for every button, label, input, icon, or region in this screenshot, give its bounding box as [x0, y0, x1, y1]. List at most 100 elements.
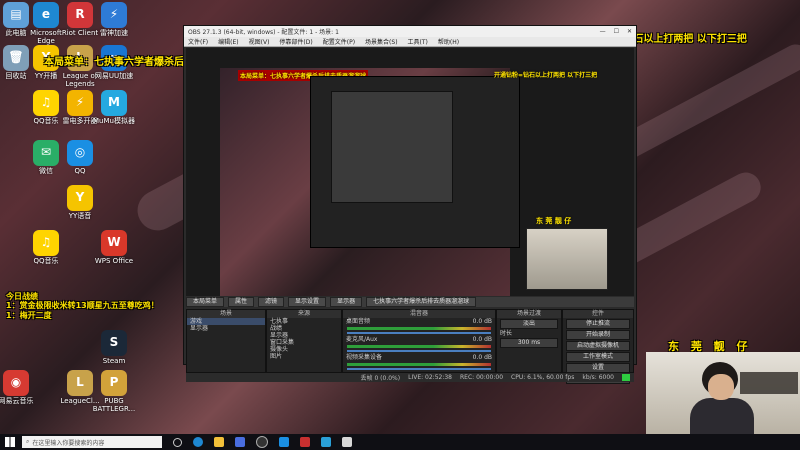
scene-item[interactable]: 显示器 — [187, 325, 265, 332]
store-taskbar-icon[interactable] — [235, 437, 245, 447]
desktop-icon[interactable]: ♫ QQ音乐 — [18, 230, 74, 266]
app-icon: W — [101, 230, 127, 256]
control-button[interactable]: 设置 — [566, 363, 630, 373]
volume-slider[interactable] — [347, 332, 491, 334]
transition-type-select[interactable]: 淡出 — [500, 319, 558, 329]
menu-item[interactable]: 场景集合(S) — [365, 37, 398, 46]
source-item[interactable]: 战绩 — [267, 325, 341, 332]
dock-tab[interactable]: 七执事六学者爆杀后排去质器溜溜球 — [366, 297, 477, 307]
close-icon[interactable]: ✕ — [627, 28, 632, 35]
source-item[interactable]: 七执事 — [267, 318, 341, 325]
scenes-dock[interactable]: 场景 游戏 显示器 — [186, 309, 266, 373]
source-item[interactable]: 摄像头 — [267, 346, 341, 353]
dock-tab[interactable]: 属性 — [228, 297, 255, 307]
source-item[interactable]: 图片 — [267, 353, 341, 360]
volume-slider[interactable] — [347, 368, 491, 370]
menu-item[interactable]: 配置文件(P) — [323, 37, 355, 46]
app-icon: P — [101, 370, 127, 396]
dock-tab[interactable]: 本局菜单 — [186, 297, 225, 307]
mixer-channel[interactable]: 麦克风/Aux 0.0 dB — [343, 336, 495, 343]
desktop-icon[interactable]: Y YY语音 — [52, 185, 108, 221]
menu-item[interactable]: 视图(V) — [249, 37, 270, 46]
app-icon: ♫ — [33, 230, 59, 256]
control-button[interactable]: 开始录制 — [566, 330, 630, 340]
menu-item[interactable]: 编辑(E) — [218, 37, 238, 46]
transition-dock[interactable]: 场景过渡 淡出 时长 300 ms — [496, 309, 562, 373]
obs-preview[interactable]: 本局菜单：七执事六学者爆杀后排去质器溜溜球 开通钻粉=钻石以上打两把 以下打三把… — [186, 48, 634, 296]
explorer-taskbar-icon[interactable] — [214, 437, 224, 447]
preview-obs-capture — [310, 76, 520, 248]
control-button[interactable]: 停止推流 — [566, 319, 630, 329]
taskbar-search[interactable]: ⌕ 在这里输入你要搜索的内容 — [22, 436, 162, 448]
webcam-background — [740, 372, 798, 394]
dock-tab[interactable]: 滤镜 — [258, 297, 285, 307]
obs-window[interactable]: OBS 27.1.3 (64-bit, windows) - 配置文件: 1 -… — [183, 25, 637, 384]
mixer-channel-name: 视频采集设备 — [346, 354, 383, 361]
menu-item[interactable]: 帮助(H) — [438, 37, 459, 46]
desktop-icon[interactable]: ◎ QQ — [52, 140, 108, 176]
menu-item[interactable]: 工具(T) — [408, 37, 428, 46]
controls-header: 控件 — [563, 310, 633, 318]
menu-item[interactable]: 停靠部件(D) — [279, 37, 312, 46]
desktop-icon[interactable]: ◉ 网易云音乐 — [0, 370, 44, 406]
mixer-channel-name: 麦克风/Aux — [346, 336, 378, 343]
start-icon[interactable] — [5, 437, 15, 447]
desktop-icon[interactable]: W WPS Office — [86, 230, 142, 266]
app-icon: ◎ — [67, 140, 93, 166]
qq-taskbar-icon[interactable] — [279, 437, 289, 447]
app3-taskbar-icon[interactable] — [342, 437, 352, 447]
obs-title-bar[interactable]: OBS 27.1.3 (64-bit, windows) - 配置文件: 1 -… — [184, 26, 636, 37]
sources-header: 来源 — [267, 310, 341, 318]
desktop-icon[interactable]: ⚡ 雷神加速 — [86, 2, 142, 38]
controls-dock[interactable]: 控件 停止推流开始录制启动虚拟摄像机工作室模式设置退出 — [562, 309, 634, 384]
desktop-icon-label: PUBG BATTLEGR... — [92, 397, 136, 413]
desktop-icon[interactable]: M MuMu模拟器 — [86, 90, 142, 126]
app-icon: ⚡ — [101, 2, 127, 28]
sources-dock[interactable]: 来源 七执事 战绩 显示器 窗口采集 摄像头 图片 — [266, 309, 342, 373]
menu-item[interactable]: 文件(F) — [188, 37, 208, 46]
mixer-channel-name: 桌面音频 — [346, 318, 371, 325]
live-time: LIVE: 02:52:38 — [408, 374, 452, 381]
control-button[interactable]: 工作室模式 — [566, 352, 630, 362]
source-item[interactable]: 显示器 — [267, 332, 341, 339]
volume-meter — [347, 327, 491, 330]
control-button[interactable]: 启动虚拟摄像机 — [566, 341, 630, 351]
transition-header: 场景过渡 — [497, 310, 561, 318]
task-view-icon[interactable] — [173, 437, 182, 447]
search-input[interactable]: 在这里输入你要搜索的内容 — [32, 438, 104, 447]
desktop-icon-label: QQ音乐 — [33, 257, 59, 265]
transition-duration-input[interactable]: 300 ms — [500, 338, 558, 348]
obs-dock-tabs: 本局菜单 属性 滤镜 显示设置 显示器 七执事六学者爆杀后排去质器溜溜球 — [186, 297, 634, 307]
volume-slider[interactable] — [347, 350, 491, 352]
desktop-icon[interactable]: P PUBG BATTLEGR... — [86, 370, 142, 413]
mixer-channel[interactable]: 视频采集设备 0.0 dB — [343, 354, 495, 361]
desktop-icon[interactable]: S Steam — [86, 330, 142, 366]
dock-tab[interactable]: 显示设置 — [288, 297, 327, 307]
mixer-channel-db: 0.0 dB — [472, 336, 492, 343]
achievement-line2: 1：梅开二度 — [6, 311, 52, 320]
app-icon: Y — [67, 185, 93, 211]
minimize-icon[interactable]: — — [600, 28, 606, 35]
preview-top-right-overlay: 开通钻粉=钻石以上打两把 以下打三把 — [494, 72, 598, 79]
webcam-feed — [646, 352, 800, 434]
app-taskbar-icon[interactable] — [300, 437, 310, 447]
obs-status-bar: 丢帧 0 (0.0%) LIVE: 02:52:38 REC: 00:00:00… — [186, 373, 634, 382]
obs-window-title: OBS 27.1.3 (64-bit, windows) - 配置文件: 1 -… — [188, 29, 339, 36]
obs-taskbar-icon[interactable] — [256, 436, 268, 448]
scene-item[interactable]: 游戏 — [187, 318, 265, 325]
status-indicator — [622, 374, 630, 381]
mixer-channel[interactable]: 桌面音频 0.0 dB — [343, 318, 495, 325]
mixer-dock[interactable]: 混音器 桌面音频 0.0 dB 麦克风/Aux 0.0 dB 视频采集设备 0.0 dB — [342, 309, 496, 373]
preview-desktop-capture: 本局菜单：七执事六学者爆杀后排去质器溜溜球 — [220, 68, 520, 296]
scenes-header: 场景 — [187, 310, 265, 318]
app2-taskbar-icon[interactable] — [321, 437, 331, 447]
mixer-channel-db: 0.0 dB — [472, 354, 492, 361]
bitrate: kb/s: 6000 — [582, 374, 614, 381]
mixer-header: 混音器 — [343, 310, 495, 318]
source-item[interactable]: 窗口采集 — [267, 339, 341, 346]
desktop-icon-label: QQ — [74, 167, 86, 175]
maximize-icon[interactable]: ☐ — [614, 28, 619, 35]
edge-taskbar-icon[interactable] — [193, 437, 203, 447]
dock-tab[interactable]: 显示器 — [330, 297, 363, 307]
obs-menu-bar: 文件(F) 编辑(E) 视图(V) 停靠部件(D) 配置文件(P) 场景集合(S) 工具(T… — [184, 37, 636, 47]
